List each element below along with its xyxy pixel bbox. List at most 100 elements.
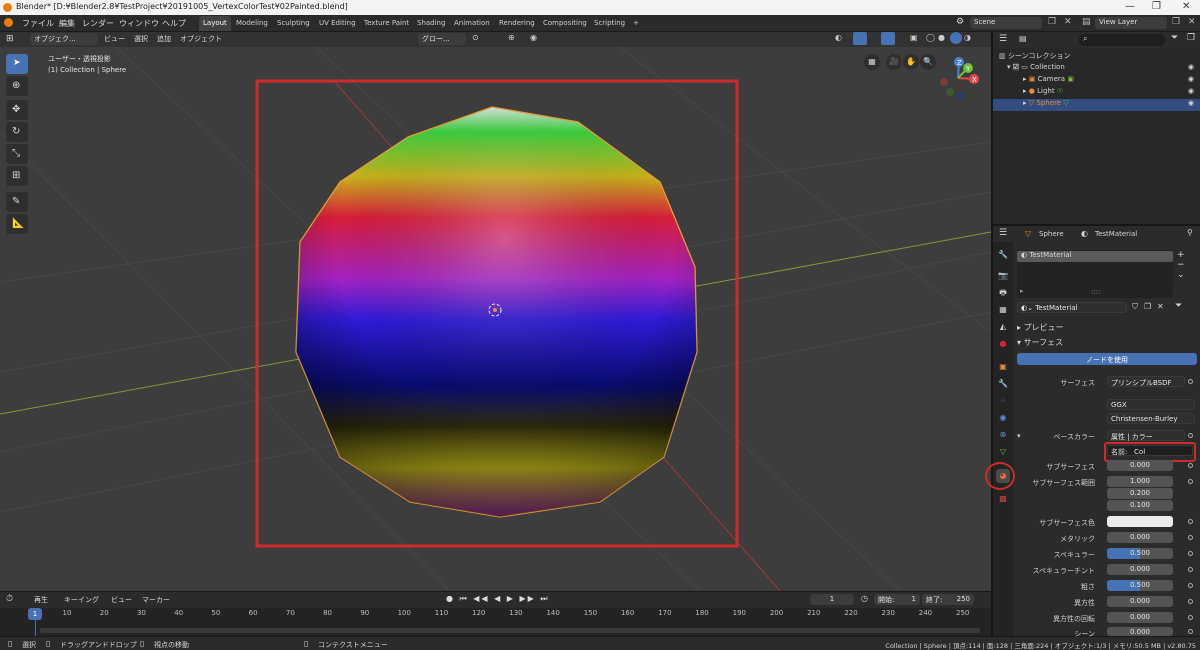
scene-collection-row[interactable]: ▥ シーンコレクション bbox=[999, 51, 1071, 61]
pan-hand-icon[interactable]: ✋ bbox=[903, 54, 919, 70]
eye-icon[interactable]: ◉ bbox=[1188, 63, 1194, 71]
sheen-value[interactable]: 0.000 bbox=[1107, 627, 1173, 636]
transform-orientation[interactable]: グロー... bbox=[418, 33, 466, 45]
anisotropic-value[interactable]: 0.000 bbox=[1107, 596, 1173, 607]
anisotropic-rotation-value[interactable]: 0.000 bbox=[1107, 612, 1173, 623]
properties-editor-type-icon[interactable]: ☰ bbox=[999, 228, 1007, 238]
pin-icon[interactable]: ⚲ bbox=[1187, 228, 1193, 237]
view-layer-selector[interactable]: View Layer bbox=[1095, 17, 1167, 29]
tab-object-icon[interactable]: ▣ bbox=[996, 360, 1010, 374]
rendered-shading-icon[interactable]: ◑ bbox=[964, 33, 971, 42]
outliner-editor-type-icon[interactable]: ☰ bbox=[999, 34, 1007, 44]
menu-file[interactable]: ファイル bbox=[22, 18, 54, 29]
material-shading-icon[interactable] bbox=[950, 32, 962, 44]
tab-modifier-icon[interactable]: 🔧 bbox=[996, 377, 1010, 391]
duplicate-material-icon[interactable]: ❐ bbox=[1144, 302, 1151, 311]
navigation-gizmo[interactable]: X Z Y bbox=[930, 50, 986, 106]
distribution-selector[interactable]: GGX bbox=[1107, 399, 1195, 410]
outliner-row-collection[interactable]: ▾ ☑ ▭ Collection ◉ bbox=[993, 63, 1200, 75]
specular-value[interactable]: 0.500 bbox=[1107, 548, 1173, 559]
add-slot-icon[interactable]: + bbox=[1177, 250, 1195, 260]
remove-slot-icon[interactable]: − bbox=[1177, 260, 1195, 270]
tool-move[interactable]: ✥ bbox=[6, 100, 28, 120]
tab-render-icon[interactable]: 📷 bbox=[996, 269, 1010, 283]
menu-edit[interactable]: 編集 bbox=[59, 18, 75, 29]
solid-shading-icon[interactable]: ● bbox=[938, 33, 945, 42]
socket-dot-icon[interactable] bbox=[1188, 629, 1193, 634]
tab-output-icon[interactable]: 🖶 bbox=[996, 286, 1010, 300]
tab-layout[interactable]: Layout bbox=[199, 16, 231, 31]
viewport-menu-view[interactable]: ビュー bbox=[104, 34, 125, 44]
socket-dot-icon[interactable] bbox=[1188, 479, 1193, 484]
wireframe-shading-icon[interactable]: ◯ bbox=[926, 33, 935, 42]
base-color-input[interactable]: 属性 | カラー bbox=[1107, 430, 1185, 441]
subsurface-method-selector[interactable]: Christensen-Burley bbox=[1107, 413, 1195, 424]
fake-user-icon[interactable]: ⛉ bbox=[1132, 302, 1138, 312]
editor-type-icon[interactable]: ⊞ bbox=[6, 34, 14, 44]
subsurface-radius-x[interactable]: 1.000 bbox=[1107, 476, 1173, 487]
tab-data-icon[interactable]: ▽ bbox=[996, 445, 1010, 459]
viewport-menu-object[interactable]: オブジェクト bbox=[180, 34, 222, 44]
tab-particles-icon[interactable]: ⁘ bbox=[996, 394, 1010, 408]
tab-animation[interactable]: Animation bbox=[450, 16, 494, 31]
new-scene-icon[interactable]: ❐ bbox=[1048, 17, 1056, 27]
filter-icon[interactable]: ⏷ bbox=[1171, 33, 1178, 43]
socket-dot-icon[interactable] bbox=[1188, 599, 1193, 604]
subsurface-value[interactable]: 0.000 bbox=[1107, 460, 1173, 471]
camera-view-icon[interactable]: ▦ bbox=[864, 54, 880, 70]
delete-view-layer-icon[interactable]: ✕ bbox=[1188, 17, 1196, 27]
surface-shader-selector[interactable]: プリンシプルBSDF bbox=[1107, 376, 1185, 387]
minimize-button[interactable]: — bbox=[1125, 1, 1135, 12]
subsurface-radius-y[interactable]: 0.200 bbox=[1107, 488, 1173, 499]
display-mode-icon[interactable]: ▤ bbox=[1019, 34, 1027, 43]
menu-render[interactable]: レンダー bbox=[82, 18, 114, 29]
socket-dot-icon[interactable] bbox=[1188, 535, 1193, 540]
camera-icon[interactable]: 🎥 bbox=[886, 54, 902, 70]
tab-view-layer-icon[interactable]: ▦ bbox=[996, 303, 1010, 317]
scene-selector[interactable]: Scene bbox=[970, 17, 1042, 29]
tab-tool-icon[interactable]: 🔧 bbox=[996, 248, 1010, 262]
outliner-search-input[interactable]: ⌕ bbox=[1079, 34, 1165, 46]
tab-physics-icon[interactable]: ◉ bbox=[996, 411, 1010, 425]
socket-dot-icon[interactable] bbox=[1188, 615, 1193, 620]
tool-transform[interactable]: ⊞ bbox=[6, 166, 28, 186]
material-slot-row[interactable]: ◐ TestMaterial bbox=[1017, 251, 1173, 262]
tool-scale[interactable]: ⤡ bbox=[6, 144, 28, 164]
viewport-menu-select[interactable]: 選択 bbox=[134, 34, 148, 44]
subsurface-radius-z[interactable]: 0.100 bbox=[1107, 500, 1173, 511]
tab-compositing[interactable]: Compositing bbox=[539, 16, 591, 31]
socket-dot-icon[interactable] bbox=[1188, 519, 1193, 524]
timeline-scrollbar[interactable] bbox=[40, 628, 980, 633]
eye-icon[interactable]: ◉ bbox=[1188, 99, 1194, 107]
3d-viewport[interactable]: ⊞ オブジェク... ビュー 選択 追加 オブジェクト グロー... ⊙ ⊕ ◉… bbox=[0, 32, 991, 591]
outliner-row-camera[interactable]: ▸ ▣ Camera ▣ ◉ bbox=[993, 75, 1200, 87]
tab-rendering[interactable]: Rendering bbox=[495, 16, 539, 31]
outliner-row-light[interactable]: ▸ ● Light ☉ ◉ bbox=[993, 87, 1200, 99]
menu-help[interactable]: ヘルプ bbox=[162, 18, 186, 29]
delete-scene-icon[interactable]: ✕ bbox=[1064, 17, 1072, 27]
close-button[interactable]: ✕ bbox=[1182, 1, 1190, 12]
gizmo-toggle-icon[interactable] bbox=[853, 32, 867, 45]
tab-constraints-icon[interactable]: ⊗ bbox=[996, 428, 1010, 442]
pivot-icon[interactable]: ⊙ bbox=[472, 33, 479, 42]
link-type-icon[interactable]: ⏷ bbox=[1175, 301, 1182, 311]
tab-scene-icon[interactable]: ◭ bbox=[996, 320, 1010, 334]
tab-shading[interactable]: Shading bbox=[413, 16, 449, 31]
attribute-name-field[interactable]: 名前: Col bbox=[1107, 445, 1193, 456]
metallic-value[interactable]: 0.000 bbox=[1107, 532, 1173, 543]
socket-dot-icon[interactable] bbox=[1188, 379, 1193, 384]
tab-texture-icon[interactable]: ▩ bbox=[996, 492, 1010, 506]
visibility-icon[interactable]: ◐ bbox=[835, 33, 842, 42]
menu-window[interactable]: ウィンドウ bbox=[119, 18, 159, 29]
socket-dot-icon[interactable] bbox=[1188, 463, 1193, 468]
tab-world-icon[interactable]: ● bbox=[996, 337, 1010, 351]
tab-uv-editing[interactable]: UV Editing bbox=[315, 16, 360, 31]
roughness-value[interactable]: 0.500 bbox=[1107, 580, 1173, 591]
mode-selector[interactable]: オブジェク... bbox=[30, 33, 98, 45]
tool-cursor[interactable]: ⊕ bbox=[6, 76, 28, 96]
socket-dot-icon[interactable] bbox=[1188, 567, 1193, 572]
tool-measure[interactable]: 📐 bbox=[6, 214, 28, 234]
blender-menu-icon[interactable] bbox=[4, 18, 13, 27]
outliner-row-sphere[interactable]: ▸ ▽ Sphere ▽ ◉ bbox=[993, 99, 1200, 111]
viewport-menu-add[interactable]: 追加 bbox=[157, 34, 171, 44]
